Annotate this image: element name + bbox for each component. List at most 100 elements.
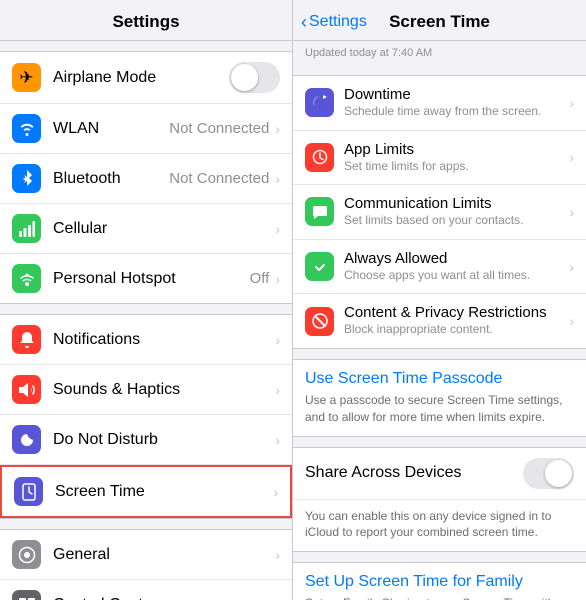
- share-label: Share Across Devices: [305, 464, 519, 482]
- general-chevron: ›: [275, 547, 280, 563]
- settings-left-panel: Settings ✈ Airplane Mode WLAN Not Connec…: [0, 0, 293, 600]
- airplane-label: Airplane Mode: [53, 69, 225, 87]
- settings-row-wlan[interactable]: WLAN Not Connected ›: [0, 104, 292, 154]
- wlan-chevron: ›: [275, 121, 280, 137]
- content-title: Content & Privacy Restrictions: [344, 304, 567, 321]
- screentime-icon: [14, 477, 43, 506]
- always-row[interactable]: Always Allowed Choose apps you want at a…: [293, 240, 586, 295]
- settings-row-sounds[interactable]: Sounds & Haptics ›: [0, 365, 292, 415]
- settings-row-donotdisturb[interactable]: Do Not Disturb ›: [0, 415, 292, 465]
- passcode-section: Use Screen Time Passcode Use a passcode …: [293, 359, 586, 437]
- wlan-icon: [12, 114, 41, 143]
- downtime-sub: Schedule time away from the screen.: [344, 104, 567, 120]
- downtime-chevron: ›: [569, 95, 574, 111]
- settings-header: Settings: [0, 0, 292, 41]
- share-section: Share Across Devices You can enable this…: [293, 447, 586, 553]
- screentime-items-section: Downtime Schedule time away from the scr…: [293, 75, 586, 349]
- cellular-icon: [12, 214, 41, 243]
- content-content: Content & Privacy Restrictions Block ina…: [344, 304, 567, 338]
- family-desc: Set up Family Sharing to use Screen Time…: [305, 595, 574, 600]
- applimits-sub: Set time limits for apps.: [344, 159, 567, 175]
- sounds-label: Sounds & Haptics: [53, 381, 273, 399]
- applimits-row[interactable]: App Limits Set time limits for apps. ›: [293, 131, 586, 186]
- right-header: ‹ Settings Screen Time: [293, 0, 586, 41]
- commlimits-sub: Set limits based on your contacts.: [344, 213, 567, 229]
- content-chevron: ›: [569, 313, 574, 329]
- hotspot-label: Personal Hotspot: [53, 270, 250, 288]
- bluetooth-icon: [12, 164, 41, 193]
- bluetooth-value: Not Connected: [169, 170, 269, 187]
- bluetooth-label: Bluetooth: [53, 170, 169, 188]
- share-inner: Share Across Devices: [293, 448, 586, 500]
- always-icon: [305, 252, 334, 281]
- share-desc: You can enable this on any device signed…: [293, 500, 586, 552]
- donotdisturb-icon: [12, 425, 41, 454]
- always-sub: Choose apps you want at all times.: [344, 268, 567, 284]
- settings-group-system: Notifications › Sounds & Haptics › Do No…: [0, 314, 292, 519]
- notifications-icon: [12, 325, 41, 354]
- airplane-toggle[interactable]: [229, 62, 280, 93]
- settings-row-airplane[interactable]: ✈ Airplane Mode: [0, 52, 292, 104]
- cellular-label: Cellular: [53, 220, 273, 238]
- hotspot-icon: [12, 264, 41, 293]
- updated-text: Updated today at 7:40 AM: [293, 41, 586, 65]
- applimits-title: App Limits: [344, 141, 567, 158]
- screen-time-panel: ‹ Settings Screen Time Updated today at …: [293, 0, 586, 600]
- downtime-row[interactable]: Downtime Schedule time away from the scr…: [293, 76, 586, 131]
- screentime-label: Screen Time: [55, 483, 271, 501]
- hotspot-chevron: ›: [275, 271, 280, 287]
- notifications-chevron: ›: [275, 332, 280, 348]
- settings-row-bluetooth[interactable]: Bluetooth Not Connected ›: [0, 154, 292, 204]
- family-section: Set Up Screen Time for Family Set up Fam…: [293, 562, 586, 600]
- commlimits-title: Communication Limits: [344, 195, 567, 212]
- passcode-desc: Use a passcode to secure Screen Time set…: [305, 392, 574, 426]
- wlan-label: WLAN: [53, 120, 169, 138]
- controlcenter-icon: [12, 590, 41, 600]
- back-button[interactable]: ‹ Settings: [301, 12, 367, 33]
- settings-row-cellular[interactable]: Cellular ›: [0, 204, 292, 254]
- general-icon: [12, 540, 41, 569]
- back-chevron-icon: ‹: [301, 12, 307, 33]
- always-title: Always Allowed: [344, 250, 567, 267]
- settings-row-notifications[interactable]: Notifications ›: [0, 315, 292, 365]
- content-sub: Block inappropriate content.: [344, 322, 567, 338]
- right-title: Screen Time: [389, 12, 490, 32]
- airplane-icon: ✈: [12, 63, 41, 92]
- bluetooth-chevron: ›: [275, 171, 280, 187]
- always-chevron: ›: [569, 259, 574, 275]
- applimits-content: App Limits Set time limits for apps.: [344, 141, 567, 175]
- share-toggle[interactable]: [523, 458, 574, 489]
- sounds-chevron: ›: [275, 382, 280, 398]
- downtime-icon: [305, 88, 334, 117]
- notifications-label: Notifications: [53, 331, 273, 349]
- sounds-icon: [12, 375, 41, 404]
- settings-row-screentime[interactable]: Screen Time ›: [0, 465, 292, 518]
- content-row[interactable]: Content & Privacy Restrictions Block ina…: [293, 294, 586, 348]
- content-icon: [305, 307, 334, 336]
- commlimits-icon: [305, 197, 334, 226]
- commlimits-row[interactable]: Communication Limits Set limits based on…: [293, 185, 586, 240]
- settings-group-general: General › Control Center ›: [0, 529, 292, 600]
- commlimits-chevron: ›: [569, 204, 574, 220]
- applimits-chevron: ›: [569, 149, 574, 165]
- back-label: Settings: [309, 13, 367, 31]
- controlcenter-label: Control Center: [53, 596, 273, 600]
- settings-row-hotspot[interactable]: Personal Hotspot Off ›: [0, 254, 292, 303]
- settings-row-controlcenter[interactable]: Control Center ›: [0, 580, 292, 600]
- passcode-title[interactable]: Use Screen Time Passcode: [305, 370, 574, 388]
- always-content: Always Allowed Choose apps you want at a…: [344, 250, 567, 284]
- cellular-chevron: ›: [275, 221, 280, 237]
- downtime-content: Downtime Schedule time away from the scr…: [344, 86, 567, 120]
- applimits-icon: [305, 143, 334, 172]
- screentime-chevron: ›: [273, 484, 278, 500]
- commlimits-content: Communication Limits Set limits based on…: [344, 195, 567, 229]
- general-label: General: [53, 546, 273, 564]
- hotspot-value: Off: [250, 270, 270, 287]
- donotdisturb-label: Do Not Disturb: [53, 431, 273, 449]
- settings-row-general[interactable]: General ›: [0, 530, 292, 580]
- family-title[interactable]: Set Up Screen Time for Family: [305, 573, 574, 591]
- settings-group-connectivity: ✈ Airplane Mode WLAN Not Connected › Blu…: [0, 51, 292, 304]
- controlcenter-chevron: ›: [275, 597, 280, 600]
- wlan-value: Not Connected: [169, 120, 269, 137]
- donotdisturb-chevron: ›: [275, 432, 280, 448]
